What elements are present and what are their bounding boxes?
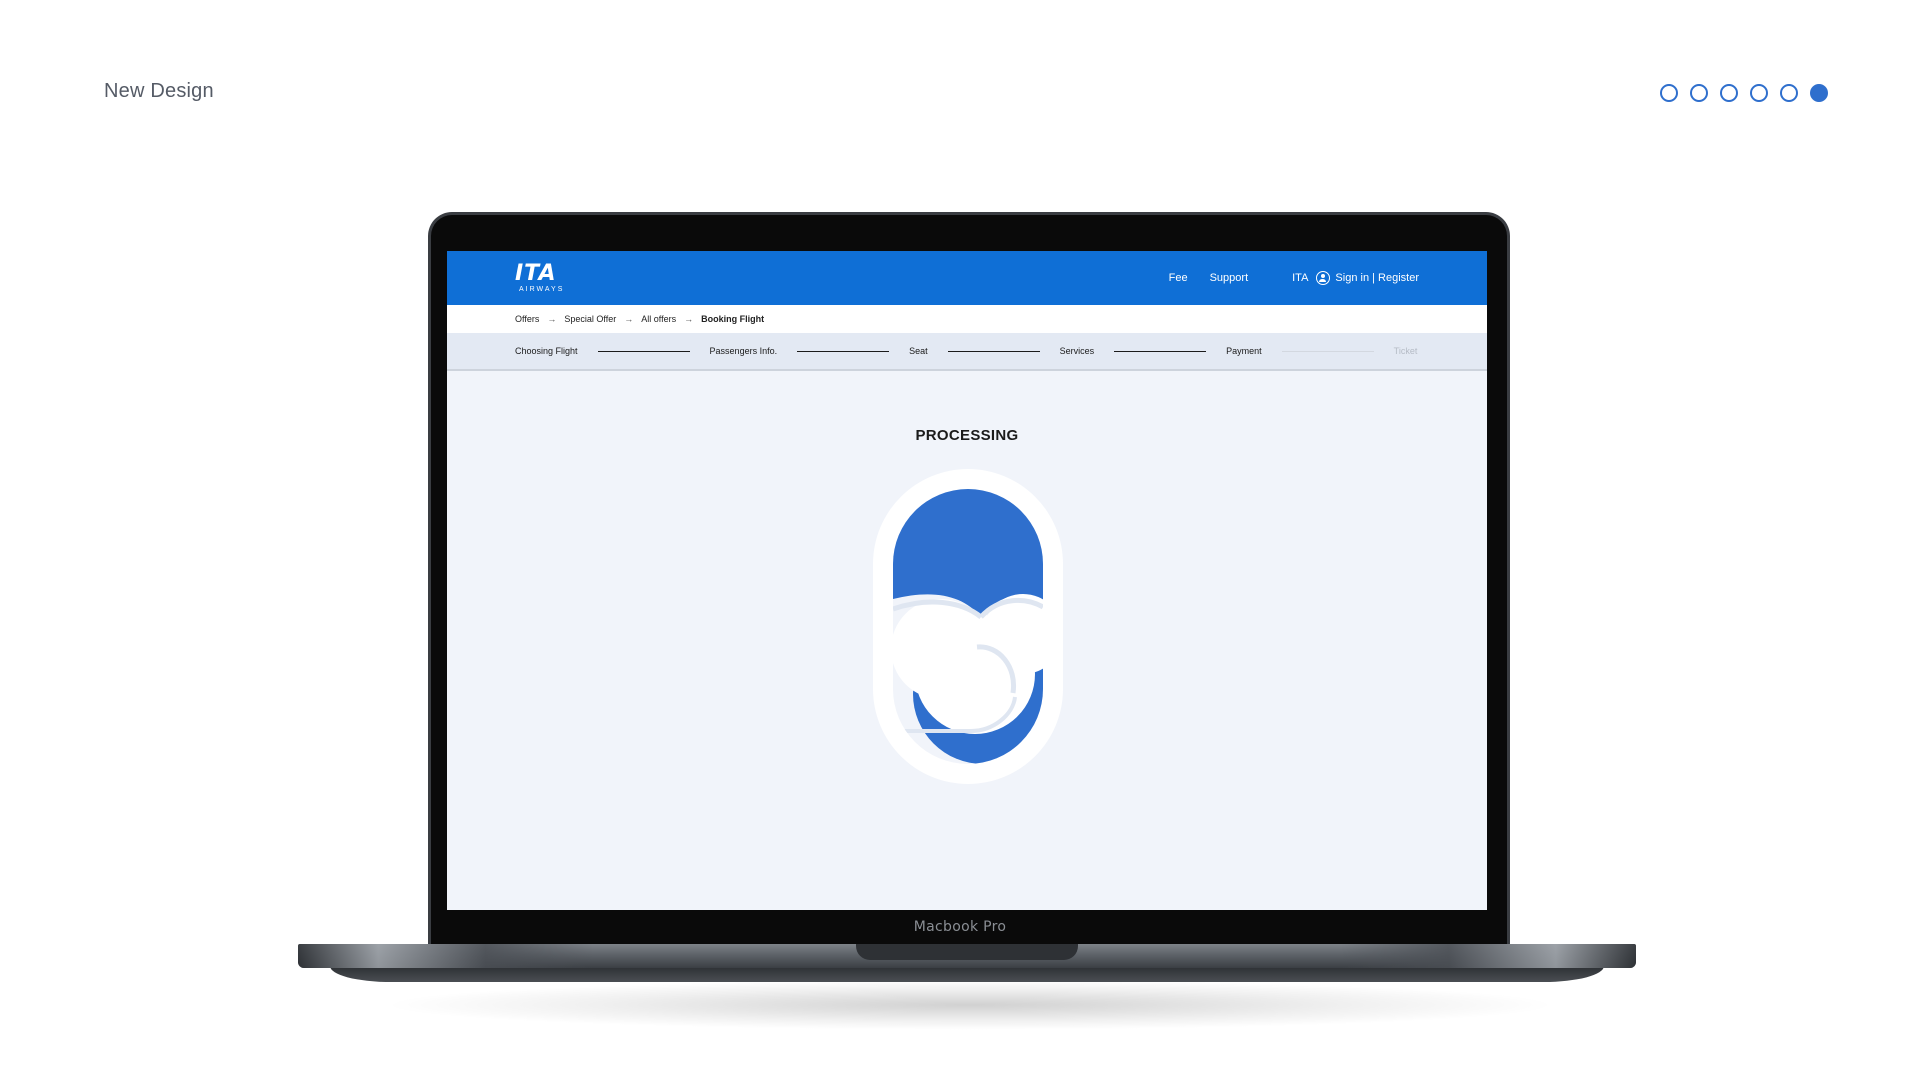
device-label: Macbook Pro: [913, 919, 1007, 935]
pager-dot-active[interactable]: [1810, 84, 1828, 102]
booking-stepper: Choosing Flight Passengers Info. Seat Se…: [447, 333, 1487, 371]
step-choosing-flight[interactable]: Choosing Flight: [515, 346, 578, 356]
pager-dot[interactable]: [1720, 84, 1738, 102]
pager-dot[interactable]: [1660, 84, 1678, 102]
ita-airways-logo[interactable]: ITA AIRWAYS: [515, 261, 565, 294]
breadcrumb-item[interactable]: Offers: [515, 314, 539, 324]
arrow-right-icon: →: [684, 314, 694, 324]
slide: New Design Macbook Pro ITA AIRWAYS Fee S…: [0, 0, 1920, 1080]
language-selector[interactable]: ITA: [1292, 272, 1308, 284]
laptop-notch: [856, 944, 1078, 960]
breadcrumb-current: Booking Flight: [701, 314, 765, 324]
nav-support[interactable]: Support: [1210, 272, 1249, 284]
breadcrumb: Offers → Special Offer → All offers → Bo…: [447, 305, 1487, 333]
nav-fee[interactable]: Fee: [1169, 272, 1188, 284]
user-icon[interactable]: [1316, 271, 1331, 285]
logo-mark: ITA: [515, 261, 557, 286]
logo-sub: AIRWAYS: [519, 286, 565, 293]
pager-dot[interactable]: [1750, 84, 1768, 102]
app-header: ITA AIRWAYS Fee Support ITA Sign in | Re…: [447, 251, 1487, 305]
step-connector: [797, 350, 890, 352]
header-nav: Fee Support ITA Sign in | Register: [1169, 271, 1419, 285]
breadcrumb-item[interactable]: All offers: [641, 314, 676, 324]
step-services[interactable]: Services: [1060, 346, 1095, 356]
slide-title: New Design: [104, 80, 214, 102]
pager-dot[interactable]: [1690, 84, 1708, 102]
arrow-right-icon: →: [547, 314, 557, 324]
breadcrumb-item[interactable]: Special Offer: [564, 314, 616, 324]
step-connector: [1114, 350, 1207, 352]
arrow-right-icon: →: [624, 314, 634, 324]
step-passengers-info[interactable]: Passengers Info.: [710, 346, 778, 356]
slide-pager: [1660, 84, 1828, 102]
step-ticket: Ticket: [1393, 346, 1418, 356]
step-payment[interactable]: Payment: [1226, 346, 1262, 356]
step-seat[interactable]: Seat: [909, 346, 928, 356]
step-connector: [597, 350, 690, 352]
processing-title: PROCESSING: [915, 427, 1019, 444]
laptop-shadow: [380, 980, 1560, 1030]
laptop-screen: ITA AIRWAYS Fee Support ITA Sign in | Re…: [447, 251, 1487, 910]
step-connector: [947, 350, 1040, 352]
laptop-foot: [330, 966, 1604, 982]
pager-dot[interactable]: [1780, 84, 1798, 102]
step-connector: [1281, 350, 1374, 352]
airplane-window-icon: [873, 469, 1063, 784]
sign-in-register-link[interactable]: Sign in | Register: [1335, 272, 1419, 284]
